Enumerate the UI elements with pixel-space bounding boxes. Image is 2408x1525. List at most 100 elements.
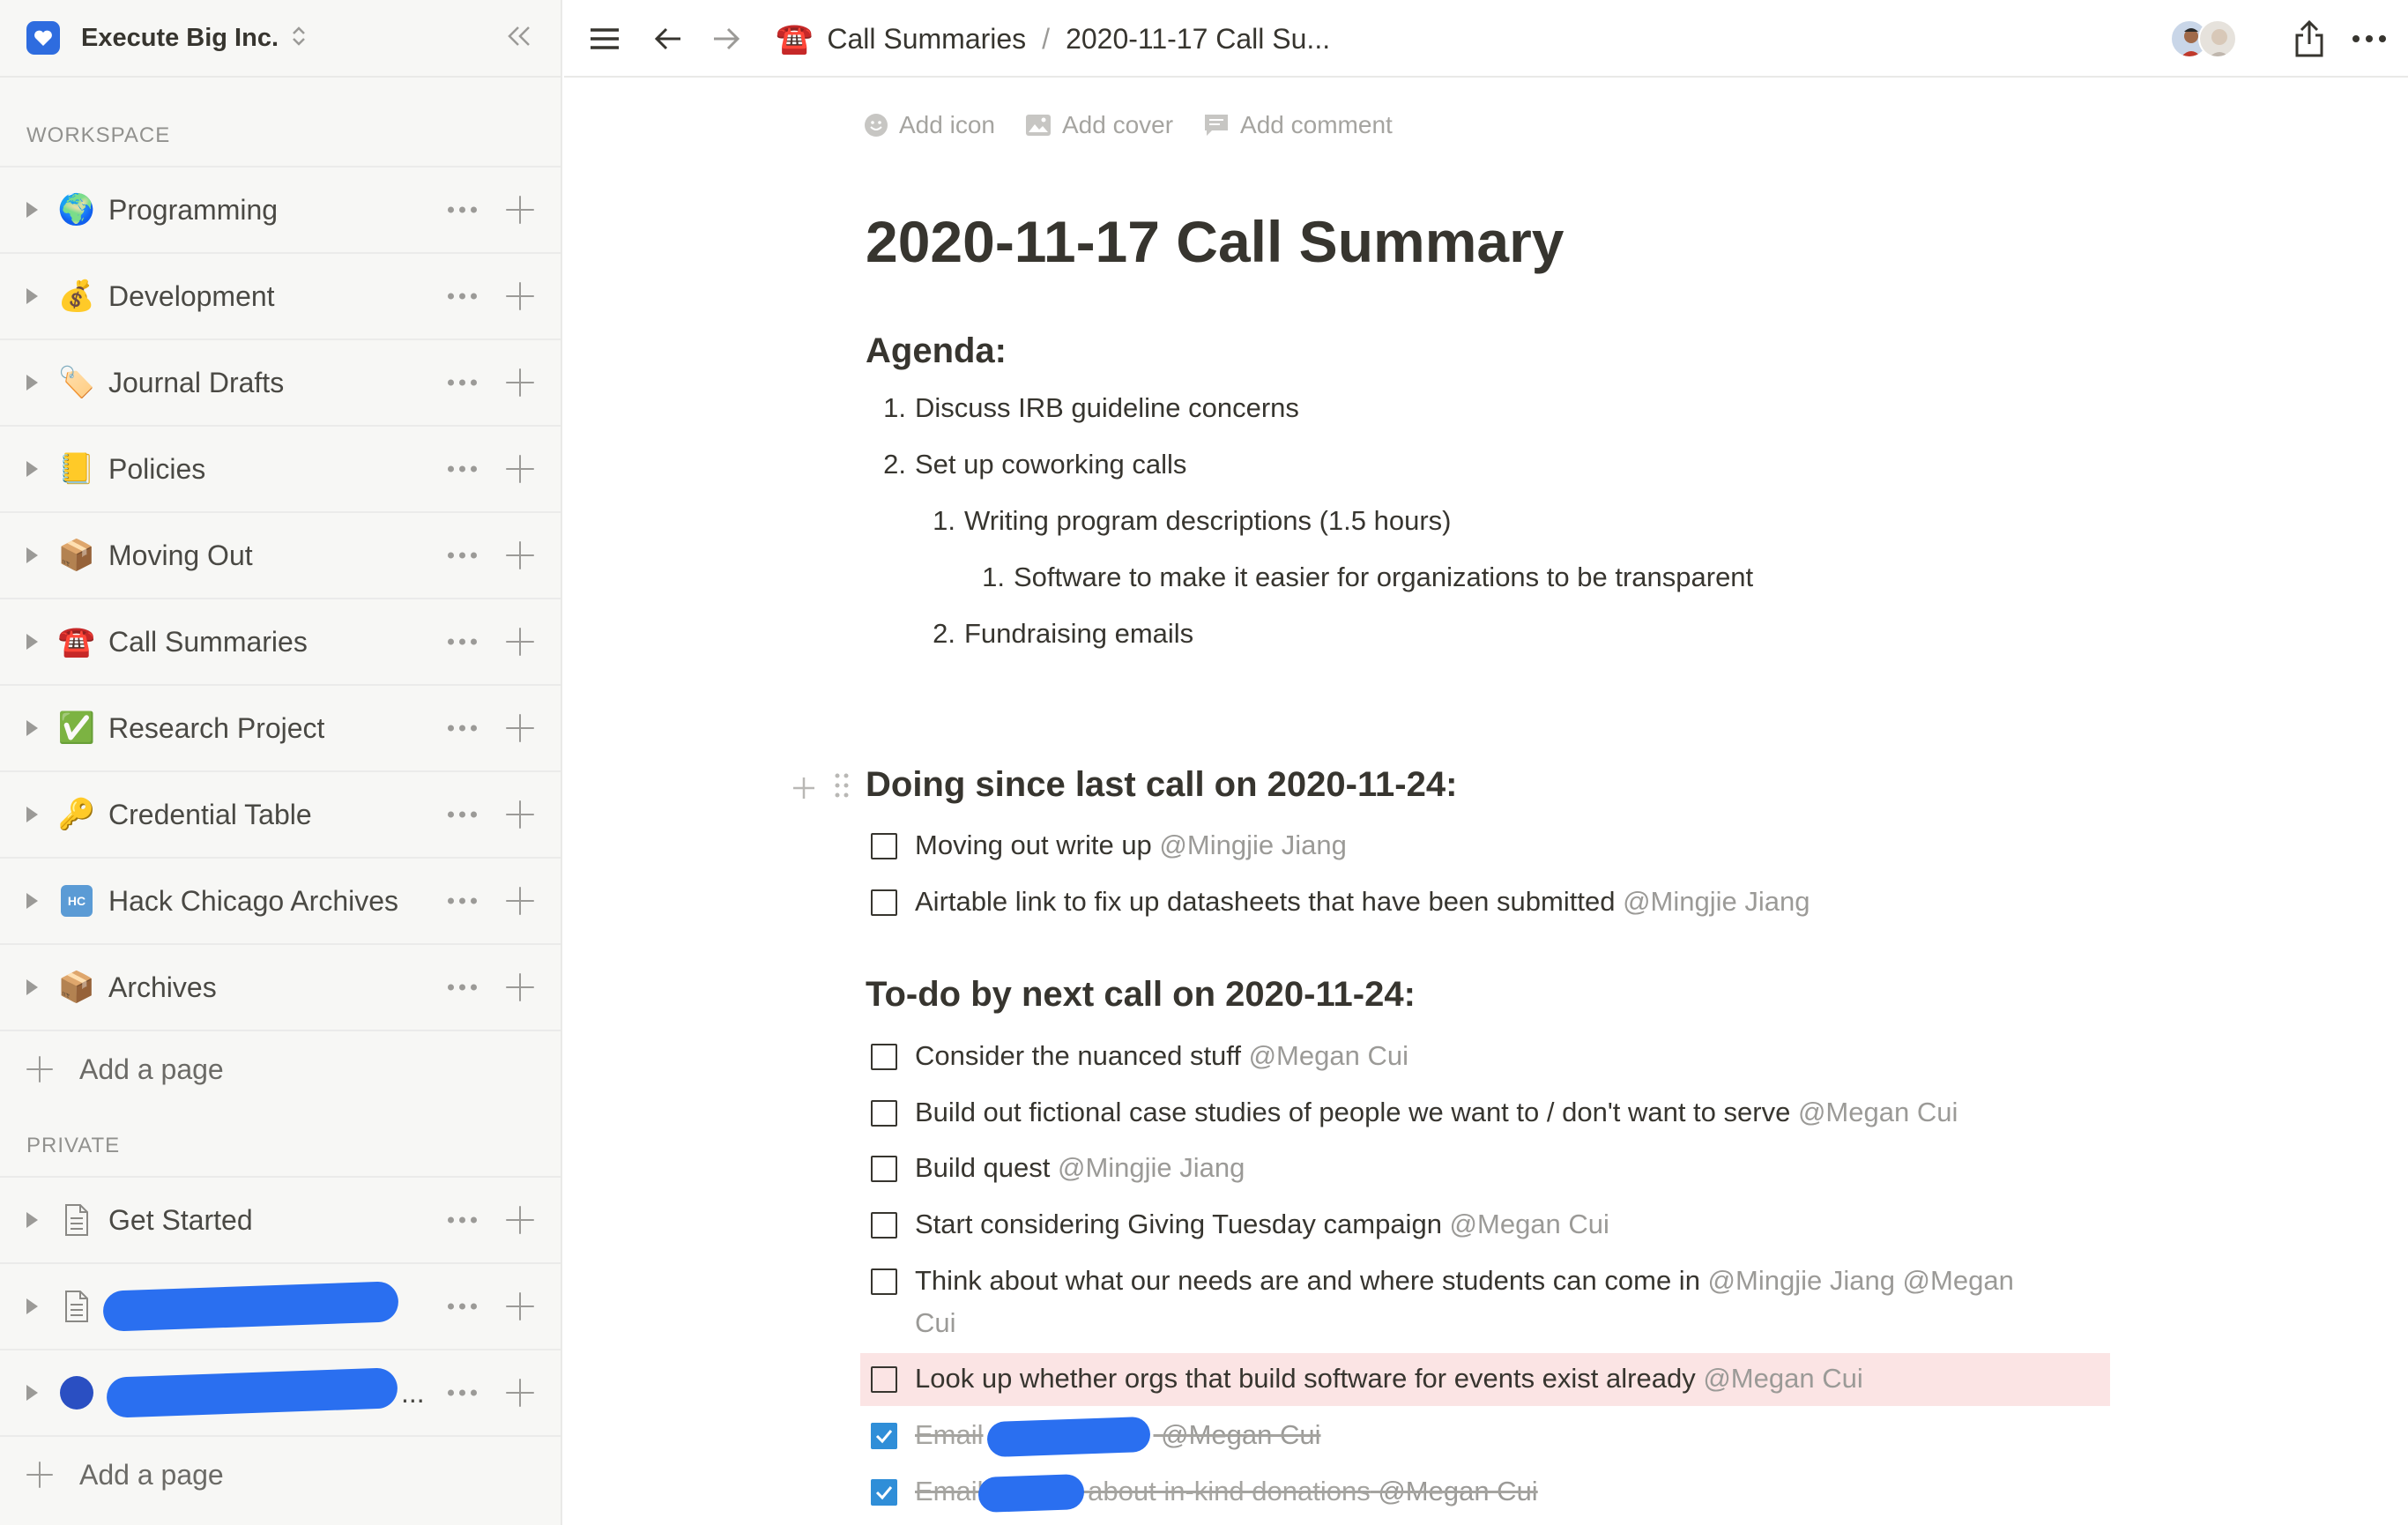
- add-subpage-icon[interactable]: [506, 368, 534, 397]
- agenda-item[interactable]: 1. Discuss IRB guideline concerns: [883, 392, 1299, 424]
- agenda-item[interactable]: 2. Set up coworking calls: [883, 449, 1186, 480]
- more-options-icon[interactable]: [448, 465, 477, 472]
- expand-caret-icon[interactable]: [26, 202, 38, 218]
- sidebar-item-development[interactable]: 💰 Development: [0, 254, 561, 340]
- mention[interactable]: @Mingjie Jiang: [1623, 886, 1810, 917]
- expand-caret-icon[interactable]: [26, 461, 38, 477]
- expand-caret-icon[interactable]: [26, 979, 38, 995]
- add-subpage-icon[interactable]: [506, 800, 534, 829]
- sidebar-item-redacted-1[interactable]: [0, 1264, 561, 1350]
- expand-caret-icon[interactable]: [26, 288, 38, 304]
- agenda-subitem[interactable]: 1. Software to make it easier for organiz…: [982, 562, 1753, 593]
- share-icon[interactable]: [2290, 19, 2329, 58]
- add-subpage-icon[interactable]: [506, 714, 534, 742]
- mention[interactable]: @Megan Cui: [1450, 1209, 1609, 1239]
- more-options-icon[interactable]: [448, 1303, 477, 1310]
- sidebar-item-credential-table[interactable]: 🔑 Credential Table: [0, 772, 561, 859]
- expand-caret-icon[interactable]: [26, 1212, 38, 1228]
- expand-caret-icon[interactable]: [26, 1298, 38, 1314]
- more-options-icon[interactable]: [448, 293, 477, 300]
- more-options-icon[interactable]: [448, 552, 477, 559]
- collapse-sidebar-icon[interactable]: [504, 24, 534, 53]
- doing-heading[interactable]: Doing since last call on 2020-11-24:: [866, 765, 1457, 805]
- mention[interactable]: @Mingjie Jiang: [1058, 1152, 1245, 1183]
- checkbox-checked[interactable]: [871, 1479, 897, 1506]
- checkbox[interactable]: [871, 1366, 897, 1393]
- sidebar-item-get-started[interactable]: Get Started: [0, 1178, 561, 1264]
- more-options-icon[interactable]: [448, 984, 477, 991]
- more-options-icon[interactable]: [448, 1216, 477, 1224]
- add-subpage-icon[interactable]: [506, 282, 534, 310]
- add-subpage-icon[interactable]: [506, 628, 534, 656]
- more-options-icon[interactable]: [448, 811, 477, 818]
- checkbox[interactable]: [871, 1156, 897, 1182]
- add-subpage-icon[interactable]: [506, 973, 534, 1001]
- checkbox[interactable]: [871, 1044, 897, 1070]
- sidebar-item-call-summaries[interactable]: ☎️ Call Summaries: [0, 599, 561, 686]
- add-subpage-icon[interactable]: [506, 1292, 534, 1320]
- more-options-icon[interactable]: [448, 1389, 477, 1396]
- add-subpage-icon[interactable]: [506, 541, 534, 569]
- add-block-icon[interactable]: [792, 776, 816, 800]
- sidebar-item-archives[interactable]: 📦 Archives: [0, 945, 561, 1031]
- expand-caret-icon[interactable]: [26, 547, 38, 563]
- expand-caret-icon[interactable]: [26, 634, 38, 650]
- agenda-heading[interactable]: Agenda:: [866, 331, 1007, 371]
- agenda-subitem[interactable]: 1. Writing program descriptions (1.5 hour…: [933, 505, 1451, 537]
- collaborator-avatars[interactable]: [2170, 19, 2249, 60]
- add-icon-button[interactable]: Add icon: [864, 111, 995, 139]
- checkbox[interactable]: [871, 1268, 897, 1295]
- add-private-page-button[interactable]: Add a page: [0, 1437, 561, 1513]
- checkbox-checked[interactable]: [871, 1423, 897, 1449]
- more-menu-icon[interactable]: [2350, 19, 2389, 58]
- expand-caret-icon[interactable]: [26, 807, 38, 822]
- todo-label: Airtable link to fix up datasheets that …: [915, 886, 1624, 917]
- more-options-icon[interactable]: [448, 638, 477, 645]
- expand-caret-icon[interactable]: [26, 720, 38, 736]
- checkbox[interactable]: [871, 833, 897, 859]
- add-subpage-icon[interactable]: [506, 887, 534, 915]
- mention[interactable]: @Mingjie Jiang @Megan: [1708, 1265, 2014, 1296]
- expand-caret-icon[interactable]: [26, 893, 38, 909]
- add-page-button[interactable]: Add a page: [0, 1031, 561, 1107]
- mention-wrap[interactable]: Cui: [915, 1307, 956, 1339]
- add-subpage-icon[interactable]: [506, 196, 534, 224]
- breadcrumb-current[interactable]: 2020-11-17 Call Su...: [1066, 23, 1330, 56]
- back-arrow-icon[interactable]: [649, 19, 687, 58]
- add-cover-button[interactable]: Add cover: [1025, 111, 1173, 139]
- sidebar-item-redacted-2[interactable]: ...: [0, 1350, 561, 1437]
- sidebar-item-moving-out[interactable]: 📦 Moving Out: [0, 513, 561, 599]
- checkbox[interactable]: [871, 1100, 897, 1127]
- sidebar-item-journal-drafts[interactable]: 🏷️ Journal Drafts: [0, 340, 561, 427]
- todo-heading[interactable]: To-do by next call on 2020-11-24:: [866, 975, 1416, 1015]
- breadcrumb-parent[interactable]: Call Summaries: [827, 23, 1026, 56]
- menu-icon[interactable]: [585, 19, 624, 58]
- add-subpage-icon[interactable]: [506, 1379, 534, 1407]
- workspace-switcher[interactable]: Execute Big Inc.: [0, 0, 561, 78]
- mention[interactable]: @Megan Cui: [1703, 1363, 1862, 1394]
- mention[interactable]: @Mingjie Jiang: [1159, 829, 1346, 860]
- sidebar-item-research-project[interactable]: ✅ Research Project: [0, 686, 561, 772]
- page-title[interactable]: 2020-11-17 Call Summary: [866, 208, 1564, 275]
- more-options-icon[interactable]: [448, 897, 477, 904]
- more-options-icon[interactable]: [448, 725, 477, 732]
- agenda-subitem[interactable]: 2. Fundraising emails: [933, 618, 1193, 650]
- mention[interactable]: @Megan Cui: [1249, 1040, 1408, 1071]
- forward-arrow-icon[interactable]: [707, 19, 746, 58]
- checkbox[interactable]: [871, 889, 897, 916]
- expand-caret-icon[interactable]: [26, 375, 38, 391]
- more-options-icon[interactable]: [448, 206, 477, 213]
- add-subpage-icon[interactable]: [506, 1206, 534, 1234]
- mention[interactable]: @Megan Cui: [1154, 1419, 1320, 1450]
- expand-caret-icon[interactable]: [26, 1385, 38, 1401]
- checkbox[interactable]: [871, 1212, 897, 1239]
- add-subpage-icon[interactable]: [506, 455, 534, 483]
- drag-handle-icon[interactable]: [834, 772, 850, 803]
- sidebar-item-policies[interactable]: 📒 Policies: [0, 427, 561, 513]
- add-comment-button[interactable]: Add comment: [1203, 111, 1393, 139]
- mention[interactable]: @Megan Cui: [1371, 1476, 1537, 1506]
- more-options-icon[interactable]: [448, 379, 477, 386]
- mention[interactable]: @Megan Cui: [1798, 1097, 1958, 1127]
- sidebar-item-hack-chicago-archives[interactable]: HC Hack Chicago Archives: [0, 859, 561, 945]
- sidebar-item-programming[interactable]: 🌍 Programming: [0, 167, 561, 254]
